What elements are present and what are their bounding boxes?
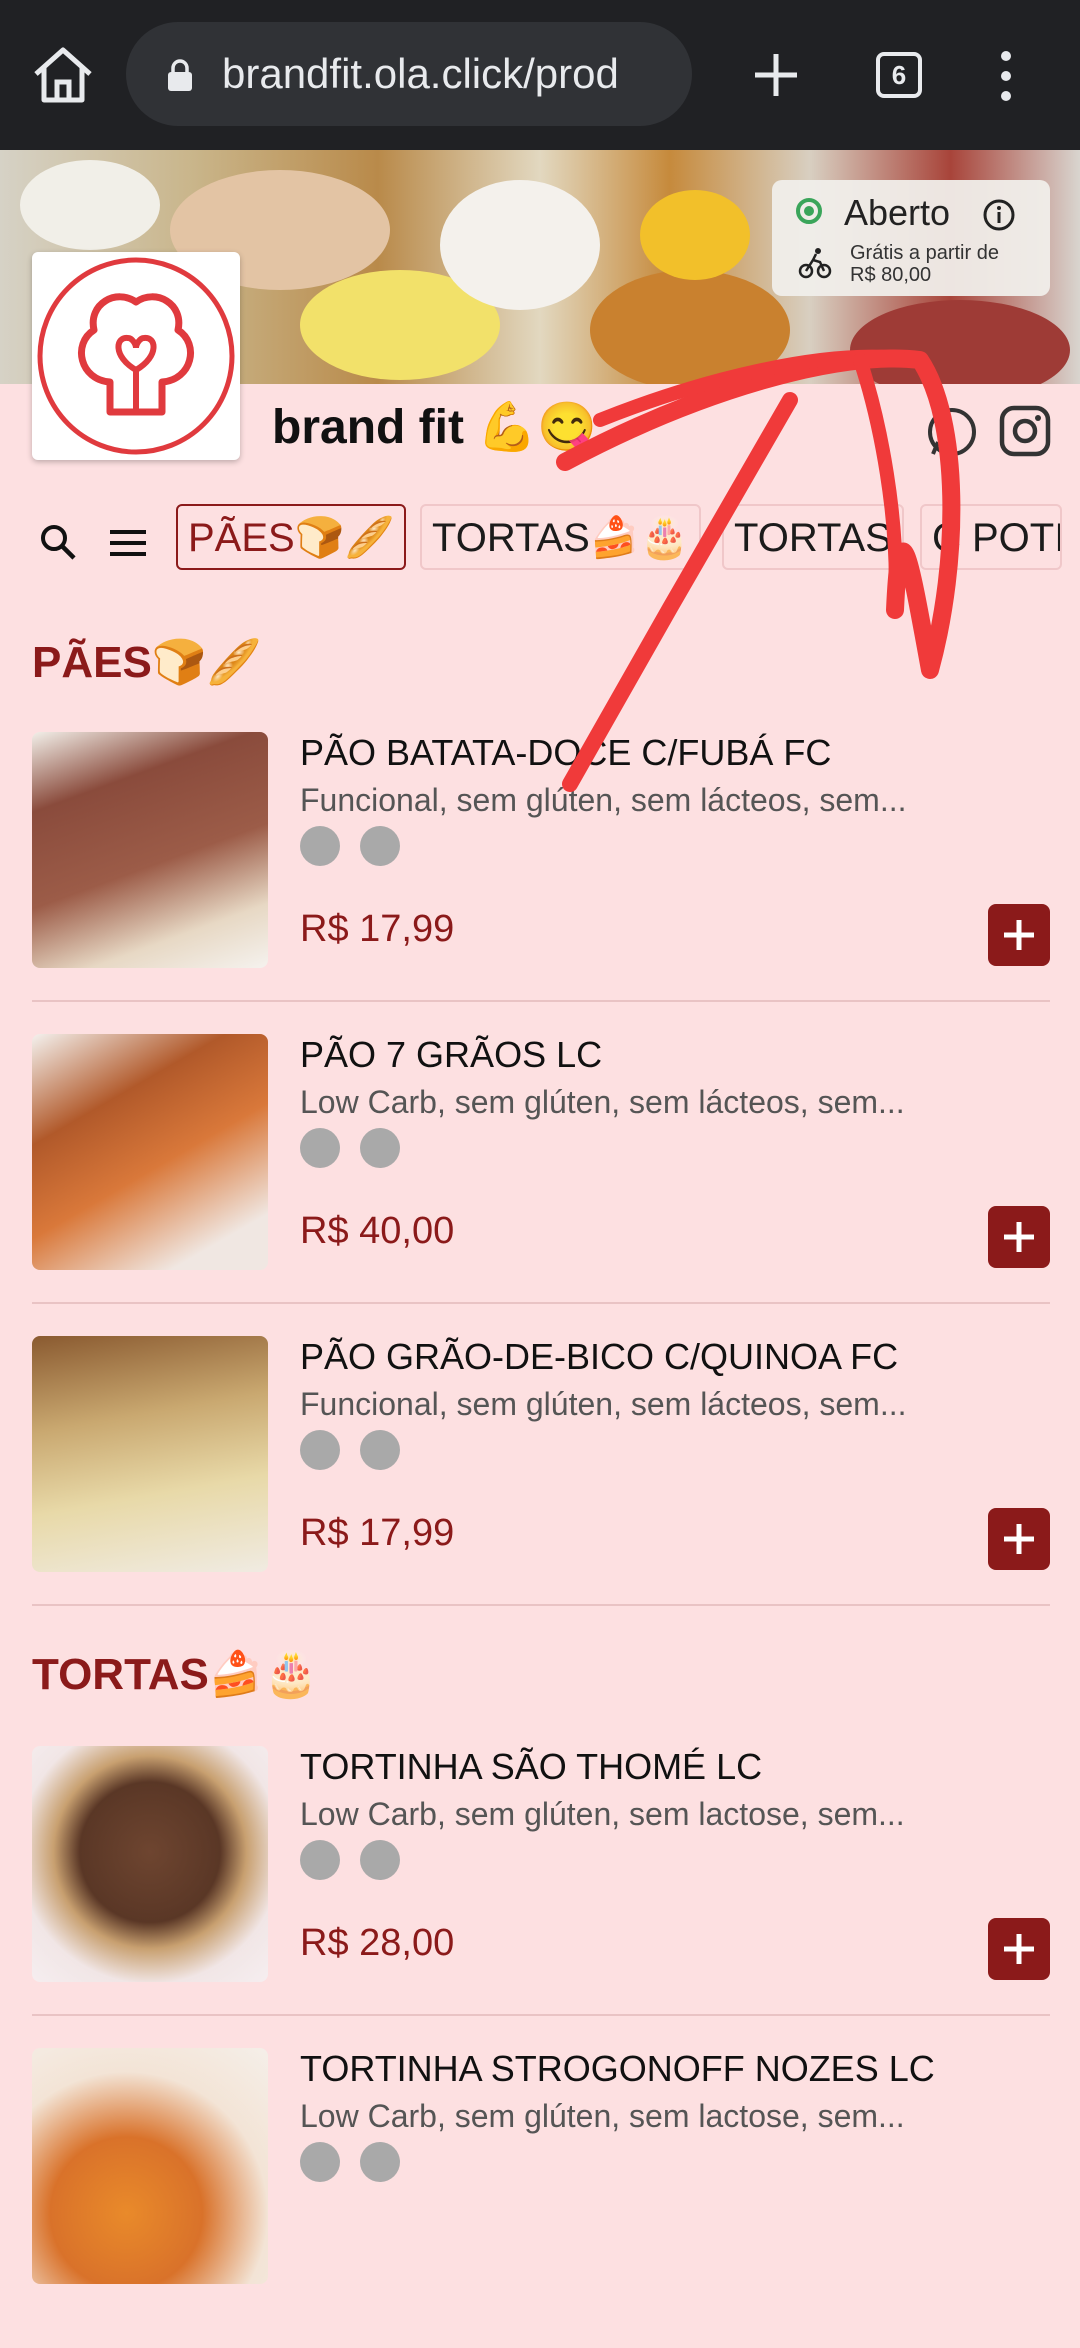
gluten-free-icon xyxy=(300,2142,340,2182)
divider xyxy=(32,1000,1050,1002)
address-bar[interactable]: brandfit.ola.click/prod xyxy=(126,22,692,126)
add-to-cart-icon[interactable] xyxy=(988,1206,1050,1268)
product-price: R$ 17,99 xyxy=(300,908,455,950)
browser-toolbar: brandfit.ola.click/prod 6 xyxy=(0,0,1080,150)
search-icon[interactable] xyxy=(38,522,78,562)
product-card[interactable]: PÃO 7 GRÃOS LC Low Carb, sem glúten, sem… xyxy=(32,1034,1050,1334)
store-name-emoji: 💪😋 xyxy=(477,401,597,454)
product-card[interactable]: TORTINHA SÃO THOMÉ LC Low Carb, sem glút… xyxy=(32,1746,1050,2046)
open-status-label: Aberto xyxy=(844,192,951,233)
free-delivery-text: Grátis a partir de R$ 80,00 xyxy=(850,242,999,286)
product-image xyxy=(32,1336,268,1572)
vegan-leaf-icon xyxy=(360,826,400,866)
free-delivery-line1: Grátis a partir de xyxy=(850,242,999,264)
add-to-cart-icon[interactable] xyxy=(988,1508,1050,1570)
product-name: TORTINHA STROGONOFF NOZES LC xyxy=(300,2048,935,2089)
add-to-cart-icon[interactable] xyxy=(988,904,1050,966)
product-name: PÃO BATATA-DOCE C/FUBÁ FC xyxy=(300,732,832,773)
gluten-free-icon xyxy=(300,1430,340,1470)
vegan-leaf-icon xyxy=(360,1128,400,1168)
product-image xyxy=(32,732,268,968)
product-card[interactable]: PÃO BATATA-DOCE C/FUBÁ FC Funcional, sem… xyxy=(32,732,1050,1032)
product-price: R$ 17,99 xyxy=(300,1512,455,1554)
product-name: PÃO GRÃO-DE-BICO C/QUINOA FC xyxy=(300,1336,899,1377)
new-tab-icon[interactable] xyxy=(744,40,808,110)
product-price: R$ 40,00 xyxy=(300,1210,455,1252)
add-to-cart-icon[interactable] xyxy=(988,1918,1050,1980)
product-description: Low Carb, sem glúten, sem lactose, sem..… xyxy=(300,2098,905,2134)
gluten-free-icon xyxy=(300,1840,340,1880)
open-status-icon xyxy=(796,198,822,224)
store-name-text: brand fit xyxy=(272,401,464,454)
gluten-free-icon xyxy=(300,826,340,866)
instagram-icon[interactable] xyxy=(998,404,1052,458)
divider xyxy=(32,1302,1050,1304)
section-title-tortas: TORTAS🍰🎂 xyxy=(32,1650,319,1699)
url-text: brandfit.ola.click/prod xyxy=(222,50,619,97)
product-description: Funcional, sem glúten, sem lácteos, sem.… xyxy=(300,782,907,818)
gluten-free-icon xyxy=(300,1128,340,1168)
divider xyxy=(32,1604,1050,1606)
store-logo xyxy=(32,252,240,460)
store-name: brand fit 💪😋 xyxy=(272,398,597,455)
category-tab-tortas[interactable]: TORTAS🍰🎂 xyxy=(420,504,702,570)
product-card[interactable]: PÃO GRÃO-DE-BICO C/QUINOA FC Funcional, … xyxy=(32,1336,1050,1636)
vegan-leaf-icon xyxy=(360,2142,400,2182)
product-description: Low Carb, sem glúten, sem lácteos, sem..… xyxy=(300,1084,905,1120)
more-menu-icon[interactable] xyxy=(990,48,1022,104)
product-description: Funcional, sem glúten, sem lácteos, sem.… xyxy=(300,1386,907,1422)
product-image xyxy=(32,2048,268,2284)
product-name: TORTINHA SÃO THOMÉ LC xyxy=(300,1746,763,1787)
menu-icon[interactable] xyxy=(108,526,148,560)
free-delivery-threshold: R$ 80,00 xyxy=(850,264,932,286)
category-tab-paes[interactable]: PÃES🍞🥖 xyxy=(176,504,407,570)
category-tab-tortas-2[interactable]: TORTAS xyxy=(722,504,904,570)
product-price: R$ 28,00 xyxy=(300,1922,455,1964)
whatsapp-icon[interactable] xyxy=(924,404,980,460)
product-image xyxy=(32,1746,268,1982)
info-icon[interactable] xyxy=(982,198,1016,232)
home-icon[interactable] xyxy=(28,40,98,110)
lock-icon xyxy=(168,59,192,91)
store-status-card[interactable]: Aberto Grátis a partir de R$ 80,00 xyxy=(772,180,1050,296)
vegan-leaf-icon xyxy=(360,1430,400,1470)
vegan-leaf-icon xyxy=(360,1840,400,1880)
product-description: Low Carb, sem glúten, sem lactose, sem..… xyxy=(300,1796,905,1832)
product-image xyxy=(32,1034,268,1270)
category-tab-potes[interactable]: C POTI xyxy=(920,504,1062,570)
tab-switcher-button[interactable]: 6 xyxy=(876,52,922,98)
product-card[interactable]: TORTINHA STROGONOFF NOZES LC Low Carb, s… xyxy=(32,2048,1050,2348)
product-name: PÃO 7 GRÃOS LC xyxy=(300,1034,603,1075)
section-title-paes: PÃES🍞🥖 xyxy=(32,638,262,687)
delivery-bike-icon xyxy=(798,248,832,279)
divider xyxy=(32,2014,1050,2016)
